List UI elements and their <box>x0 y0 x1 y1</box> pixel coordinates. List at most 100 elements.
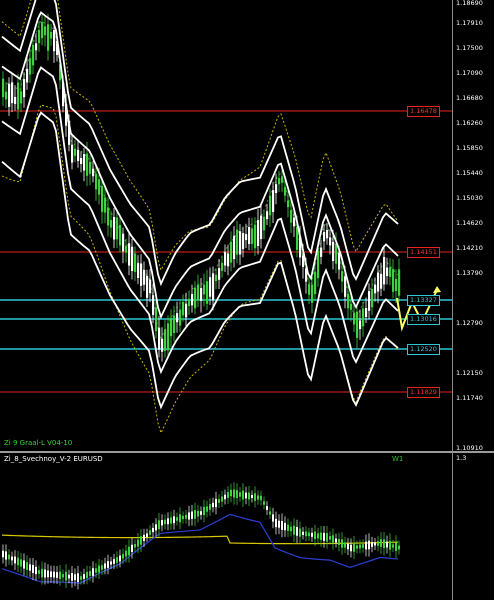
level-price-box: 1.11829 <box>407 387 440 398</box>
candle <box>266 203 269 226</box>
sub-candle-body <box>68 574 70 579</box>
sub-candle <box>242 483 244 507</box>
sub-candle-body <box>248 492 250 500</box>
sub-candle-body <box>227 492 229 498</box>
candle <box>164 319 167 358</box>
sub-candle-body <box>203 506 205 516</box>
sub-candle <box>86 565 88 585</box>
candle <box>41 14 44 46</box>
candle <box>152 283 155 324</box>
sub-candle-body <box>338 538 340 546</box>
candle-body <box>323 232 326 242</box>
trading-chart-window: 1.18690 1.17910 1.17500 1.17090 1.16680 1.162… <box>0 0 494 600</box>
sub-candle-body <box>101 565 103 570</box>
sub-candle <box>5 544 7 567</box>
candle-body <box>308 284 311 295</box>
sub-candle-body <box>89 571 91 576</box>
sub-candle <box>332 528 334 550</box>
sub-candle <box>239 487 241 502</box>
sub-candle <box>284 516 286 537</box>
candle <box>212 266 215 311</box>
sub-candle <box>314 524 316 546</box>
candle <box>83 148 86 182</box>
price-tick-label: 1.17090 <box>456 69 483 77</box>
price-axis-border <box>452 0 453 600</box>
sub-candle <box>128 539 130 563</box>
sub-candle <box>26 555 28 577</box>
sub-candle-body <box>80 576 82 580</box>
sub-candle-body <box>305 531 307 537</box>
sub-candle <box>206 500 208 518</box>
sub-candle-body <box>347 543 349 550</box>
candle-body <box>395 278 398 292</box>
sub-candle <box>98 558 100 580</box>
timeframe-label: W1 <box>392 455 404 463</box>
sub-candle-body <box>38 570 40 574</box>
candle <box>386 257 389 285</box>
sub-candle-body <box>296 527 298 536</box>
candle <box>101 177 104 224</box>
sub-candle <box>167 512 169 531</box>
level-price-box: 1.14151 <box>407 247 440 258</box>
candle <box>392 258 395 299</box>
candle-body <box>47 24 50 51</box>
sub-candle <box>329 531 331 545</box>
sub-candle <box>224 489 226 505</box>
candle <box>182 294 185 322</box>
price-tick-label: 1.11740 <box>456 394 483 402</box>
candle <box>176 301 179 333</box>
sub-candle <box>386 535 388 554</box>
sub-candle <box>77 565 79 590</box>
sub-candle <box>365 534 367 557</box>
candle-body <box>167 323 170 351</box>
candle-body <box>5 91 8 100</box>
sub-candle-body <box>98 565 100 573</box>
sub-candle <box>317 527 319 544</box>
sub-candle-body <box>284 522 286 531</box>
candle <box>119 214 122 253</box>
sub-candle-body <box>245 492 247 499</box>
candle <box>248 217 251 251</box>
candle-body <box>209 277 212 297</box>
candle <box>194 281 197 315</box>
candle <box>221 256 224 278</box>
sub-indicator-label: Zi_8_Svechnoy_V-2 EURUSD <box>4 455 103 463</box>
candle <box>155 300 158 339</box>
candle <box>257 208 260 255</box>
candle-body <box>32 44 35 66</box>
sub-candle <box>245 486 247 505</box>
sub-candle-body <box>95 568 97 573</box>
candle <box>149 269 152 303</box>
price-chart[interactable] <box>0 0 494 452</box>
price-tick-label: 1.17910 <box>456 19 483 27</box>
sub-candle <box>155 518 157 537</box>
sub-candle-body <box>236 490 238 498</box>
candle-body <box>2 78 5 98</box>
indicator-subwindow[interactable] <box>0 453 494 600</box>
candle-body <box>311 284 314 303</box>
candle <box>389 258 392 286</box>
sub-candle <box>170 511 172 530</box>
candle-body <box>227 253 230 267</box>
candle <box>50 23 53 46</box>
candle <box>44 15 47 47</box>
candle <box>137 255 140 285</box>
sub-candle <box>107 554 109 575</box>
sub-candle-body <box>14 556 16 564</box>
price-tick-label: 1.15030 <box>456 194 483 202</box>
sub-candle <box>197 505 199 523</box>
sub-candle-body <box>239 492 241 497</box>
candle <box>245 223 248 249</box>
candle-body <box>170 317 173 337</box>
price-tick-label: 1.15850 <box>456 144 483 152</box>
sub-candle <box>35 560 37 581</box>
candle-body <box>350 303 353 310</box>
candle-body <box>38 29 41 44</box>
sub-candle-body <box>65 571 67 581</box>
sub-candle-body <box>2 550 4 558</box>
sub-candle-body <box>23 560 25 569</box>
sub-candle <box>182 511 184 524</box>
candle <box>215 268 218 290</box>
candle-body <box>359 320 362 330</box>
candle-body <box>392 269 395 292</box>
